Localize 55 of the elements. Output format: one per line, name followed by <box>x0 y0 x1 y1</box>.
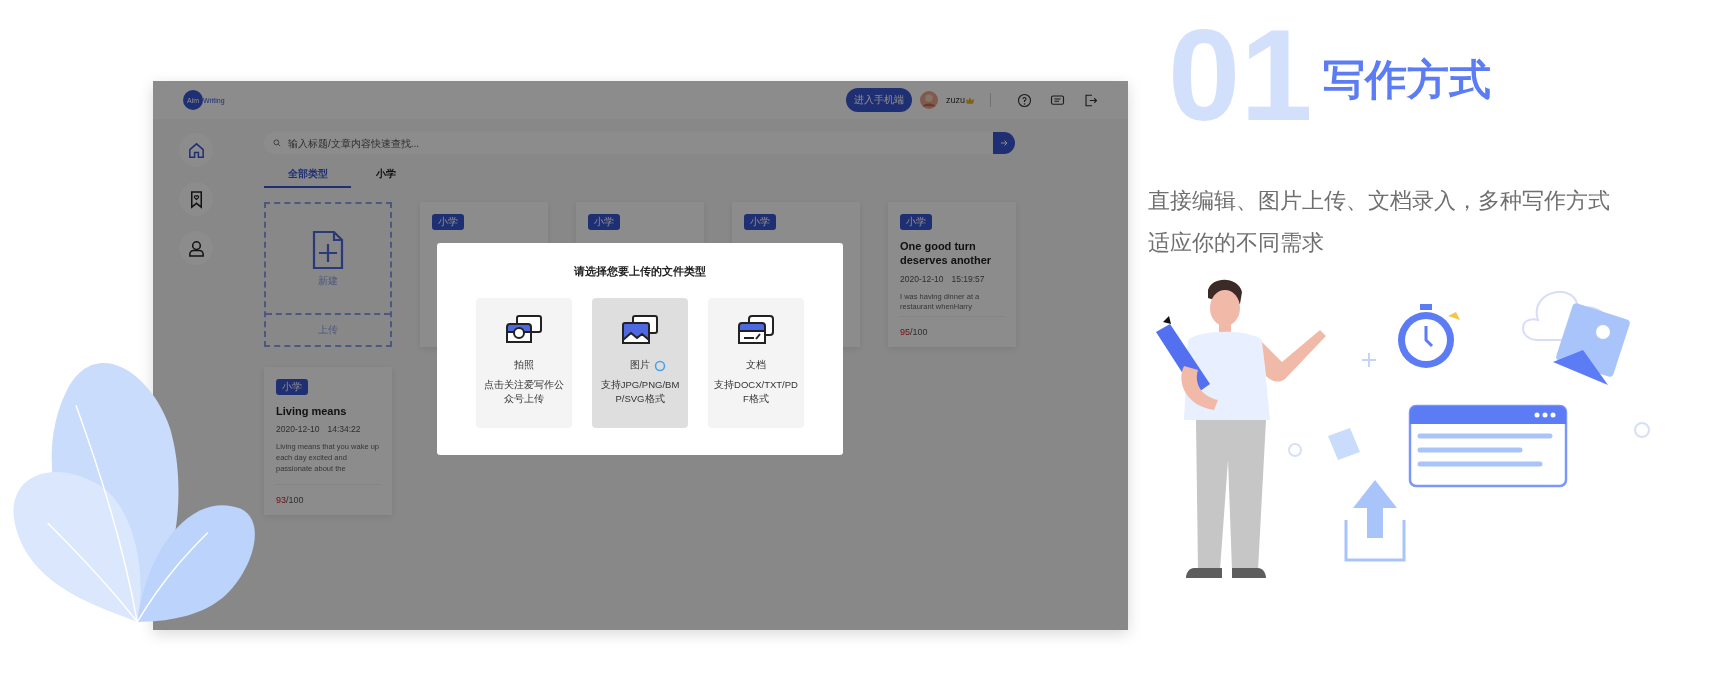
mobile-button[interactable]: 进入手机端 <box>846 88 912 112</box>
camera-icon <box>504 314 544 346</box>
essay-date: 2020-12-10 <box>900 273 944 284</box>
grade-tag: 小学 <box>276 379 308 395</box>
username[interactable]: zuzu <box>946 95 965 105</box>
image-icon <box>620 314 660 346</box>
essay-score: 95 <box>900 327 910 337</box>
option-label: 文档 <box>746 359 766 372</box>
ring-icon <box>1634 421 1650 438</box>
grade-tag: 小学 <box>588 214 620 230</box>
plus-icon <box>1361 351 1377 368</box>
essay-score: 93 <box>276 495 286 505</box>
search-icon <box>273 139 281 147</box>
category-tab[interactable]: 全部类型 <box>264 162 351 188</box>
note-icon <box>1328 427 1360 460</box>
bookmark-button[interactable] <box>179 182 213 216</box>
option-label: 拍照 <box>514 359 534 372</box>
avatar-icon[interactable] <box>920 91 938 109</box>
id-card-icon <box>736 314 776 346</box>
arrow-icon <box>999 138 1009 148</box>
essay-title: One good turn deserves another <box>900 239 993 268</box>
dialog-title: 请选择您要上传的文件类型 <box>574 264 706 279</box>
crown-icon <box>966 96 974 104</box>
option-description: 支持DOCX/TXT/PDF格式 <box>713 378 799 407</box>
option-description: 点击关注爱写作公众号上传 <box>483 378 565 407</box>
essay-time: 14:34:22 <box>327 424 361 435</box>
grade-tag: 小学 <box>900 214 932 230</box>
search-field[interactable]: 输入标题/文章内容快速查找... <box>264 132 993 154</box>
score-total: /100 <box>910 327 928 337</box>
feature-description: 直接编辑、图片上传、文档录入，多种写作方式适应你的不同需求 <box>1148 187 1611 257</box>
search-button[interactable] <box>993 132 1015 154</box>
home-icon <box>186 140 206 160</box>
message-icon[interactable] <box>1050 92 1065 108</box>
profile-button[interactable] <box>179 231 213 265</box>
user-icon <box>186 238 206 258</box>
option-label: 图片 <box>630 359 650 372</box>
logout-icon[interactable] <box>1083 92 1098 108</box>
category-tab[interactable]: 小学 <box>351 162 421 188</box>
feature-title: 写作方式 <box>1322 55 1491 105</box>
file-plus-icon <box>312 229 344 270</box>
help-icon[interactable] <box>1017 92 1032 108</box>
upload-option[interactable]: 图片 支持JPG/PNG/BMP/SVG格式 <box>592 298 688 428</box>
essay-date: 2020-12-10 <box>276 424 320 435</box>
essay-title: Living means <box>276 404 348 419</box>
ring-icon <box>1288 442 1302 457</box>
home-button[interactable] <box>179 133 213 167</box>
score-total: /100 <box>286 495 304 505</box>
upload-option[interactable]: 拍照 点击关注爱写作公众号上传 <box>476 298 572 428</box>
upload-arrow-icon <box>1344 479 1406 562</box>
essay-time: 15:19:57 <box>951 273 985 284</box>
upload-option[interactable]: 文档 支持DOCX/TXT/PDF格式 <box>708 298 804 428</box>
option-description: 支持JPG/PNG/BMP/SVG格式 <box>599 378 681 407</box>
stopwatch-icon <box>1398 303 1460 368</box>
grade-tag: 小学 <box>432 214 464 230</box>
grade-tag: 小学 <box>744 214 776 230</box>
